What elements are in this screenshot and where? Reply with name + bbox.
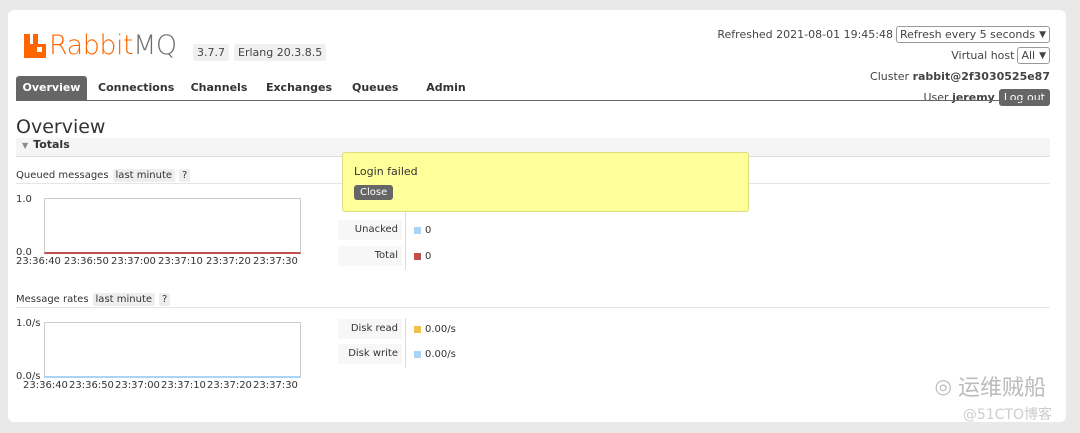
rabbitmq-logo[interactable]: RabbitMQ	[24, 30, 177, 61]
legend-swatch	[414, 326, 421, 333]
close-button[interactable]: Close	[354, 185, 394, 200]
queued-x-tick: 23:37:10	[158, 256, 203, 267]
divider	[16, 307, 1050, 308]
vhost-select[interactable]: All ▼	[1017, 47, 1050, 64]
rates-range-toggle[interactable]: last minute	[92, 293, 156, 306]
legend-unacked-label: Unacked	[338, 220, 402, 240]
rates-x-tick: 23:37:30	[253, 380, 298, 391]
queued-range-toggle[interactable]: last minute	[112, 169, 176, 182]
tab-queues[interactable]: Queues	[352, 76, 398, 100]
watermark-sub: @51CTO博客	[962, 407, 1052, 422]
tab-connections[interactable]: Connections	[98, 76, 174, 100]
rates-x-tick: 23:37:00	[115, 380, 160, 391]
queued-messages-header: Queued messages last minute ?	[16, 169, 191, 182]
wechat-icon: ◎	[934, 374, 952, 398]
queued-x-tick: 23:36:50	[64, 256, 109, 267]
rates-x-tick: 23:36:40	[23, 380, 68, 391]
tab-exchanges[interactable]: Exchanges	[264, 76, 334, 100]
erlang-version-badge: Erlang 20.3.8.5	[234, 44, 327, 61]
tab-channels[interactable]: Channels	[188, 76, 250, 100]
tab-admin[interactable]: Admin	[416, 76, 476, 100]
tab-overview[interactable]: Overview	[16, 76, 87, 100]
rates-y-top: 1.0/s	[16, 318, 41, 329]
legend-swatch	[414, 253, 421, 260]
legend-disk-read-label: Disk read	[338, 319, 402, 339]
page-title: Overview	[16, 116, 106, 138]
legend-divider	[405, 318, 406, 368]
queued-x-tick: 23:37:30	[253, 256, 298, 267]
rabbit-logo-icon	[24, 33, 46, 58]
legend-swatch	[414, 351, 421, 358]
queued-x-tick: 23:36:40	[16, 256, 61, 267]
legend-disk-write-label: Disk write	[338, 344, 402, 364]
message-rates-header: Message rates last minute ?	[16, 293, 171, 306]
queued-y-top: 1.0	[16, 194, 32, 205]
rates-help-button[interactable]: ?	[159, 293, 171, 306]
legend-disk-read-value: 0.00/s	[414, 324, 456, 335]
rates-x-tick: 23:37:10	[161, 380, 206, 391]
legend-unacked-value: 0	[414, 225, 431, 236]
chevron-down-icon: ▼	[1039, 29, 1046, 40]
message-rates-label: Message rates	[16, 294, 89, 305]
watermark: ◎ 运维贼船	[934, 374, 1046, 401]
logo-text: RabbitMQ	[49, 30, 177, 61]
queued-messages-chart	[44, 198, 301, 254]
rabbitmq-version-badge: 3.7.7	[193, 44, 229, 61]
chevron-down-icon: ▼	[1039, 50, 1046, 61]
queued-messages-label: Queued messages	[16, 170, 109, 181]
browser-page: RabbitMQ 3.7.7 Erlang 20.3.8.5 Refreshed…	[8, 10, 1066, 422]
refreshed-timestamp: Refreshed 2021-08-01 19:45:48	[717, 28, 893, 41]
rates-x-tick: 23:37:20	[207, 380, 252, 391]
queued-x-tick: 23:37:20	[206, 256, 251, 267]
vhost-label: Virtual host	[951, 49, 1015, 62]
legend-total-label: Total	[338, 246, 402, 266]
triangle-down-icon: ▼	[22, 141, 29, 150]
legend-disk-write-value: 0.00/s	[414, 349, 456, 360]
message-rates-chart	[44, 322, 301, 378]
legend-divider	[405, 202, 406, 270]
legend-swatch	[414, 227, 421, 234]
refresh-interval-select[interactable]: Refresh every 5 seconds ▼	[896, 26, 1050, 43]
queued-help-button[interactable]: ?	[179, 169, 191, 182]
legend-total-value: 0	[414, 251, 431, 262]
login-failed-popup: Login failed Close	[342, 152, 749, 212]
popup-message: Login failed	[354, 165, 418, 178]
main-nav-tabs: Overview Connections Channels Exchanges …	[16, 76, 1050, 101]
queued-x-tick: 23:37:00	[111, 256, 156, 267]
rates-x-tick: 23:36:50	[69, 380, 114, 391]
